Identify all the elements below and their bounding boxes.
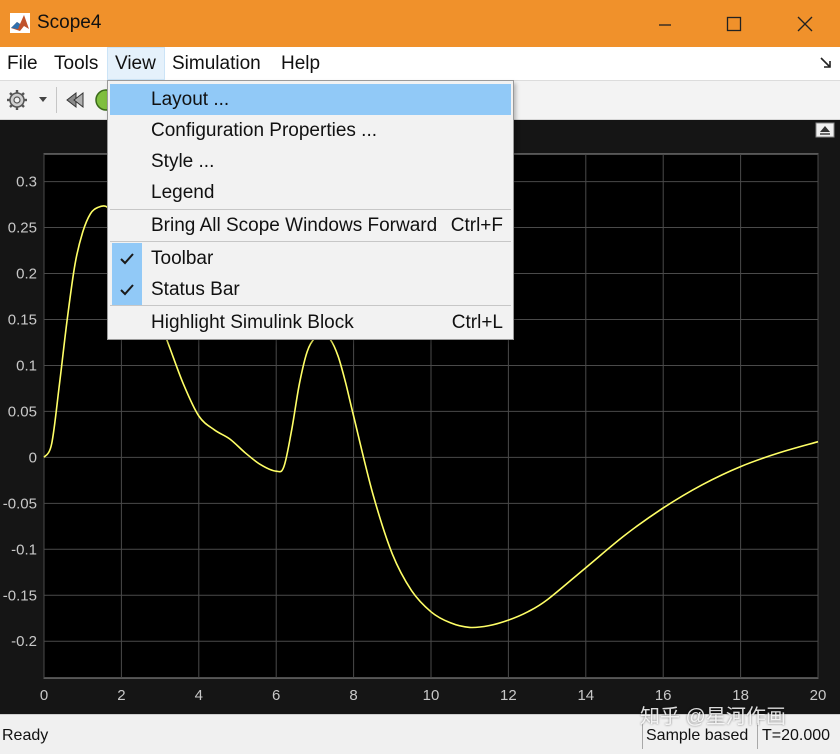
y-tick-label: -0.05 — [3, 495, 37, 512]
menu-item-label: Legend — [151, 182, 215, 203]
menu-item-label: Status Bar — [151, 279, 240, 300]
checkmark-box — [112, 274, 142, 305]
x-tick-label: 14 — [577, 687, 594, 704]
x-tick-label: 12 — [500, 687, 517, 704]
dropdown-arrow-icon[interactable] — [38, 96, 48, 104]
menu-item-configuration-properties[interactable]: Configuration Properties ... — [110, 115, 511, 146]
x-tick-label: 2 — [117, 687, 125, 704]
menu-item-legend[interactable]: Legend — [110, 177, 511, 208]
y-tick-label: 0.25 — [8, 220, 37, 237]
gear-icon[interactable] — [6, 89, 28, 111]
menu-item-shortcut: Ctrl+F — [450, 215, 503, 236]
toolbar-separator — [56, 87, 57, 113]
x-tick-label: 0 — [40, 687, 48, 704]
y-tick-label: -0.15 — [3, 587, 37, 604]
menu-item-shortcut: Ctrl+L — [451, 312, 503, 333]
menu-item-label: Configuration Properties ... — [151, 120, 378, 141]
y-tick-label: 0.2 — [16, 266, 37, 283]
undock-arrow-icon[interactable] — [818, 55, 834, 71]
menu-separator — [110, 305, 511, 306]
y-tick-label: 0.3 — [16, 174, 37, 191]
expand-axes-icon[interactable] — [815, 122, 835, 138]
menu-item-label: Toolbar — [151, 248, 214, 269]
checkmark-icon — [120, 253, 134, 265]
x-tick-label: 6 — [272, 687, 280, 704]
menu-view[interactable]: View — [107, 47, 165, 80]
menu-separator — [110, 241, 511, 242]
close-button[interactable] — [782, 0, 828, 47]
window-title: Scope4 — [37, 12, 102, 33]
view-menu-dropdown: Layout ... Configuration Properties ... … — [107, 80, 514, 340]
y-tick-label: 0.1 — [16, 357, 37, 374]
y-tick-label: -0.2 — [11, 633, 37, 650]
menu-item-highlight-simulink-block[interactable]: Highlight Simulink Block Ctrl+L — [110, 307, 511, 338]
menu-item-label: Style ... — [151, 151, 215, 172]
run-icon[interactable] — [94, 88, 108, 112]
y-tick-label: -0.1 — [11, 541, 37, 558]
minimize-button[interactable] — [642, 0, 688, 47]
x-tick-label: 8 — [349, 687, 357, 704]
watermark-text: 知乎 @星河作画 — [640, 706, 786, 728]
title-bar: Scope4 — [0, 0, 840, 47]
checkmark-box — [112, 243, 142, 274]
menu-file[interactable]: File — [0, 47, 45, 80]
rewind-icon[interactable] — [64, 88, 88, 112]
menu-item-label: Bring All Scope Windows Forward — [151, 215, 438, 236]
menu-item-layout[interactable]: Layout ... — [110, 84, 511, 115]
y-tick-label: 0 — [29, 449, 37, 466]
status-sim-time: T=20.000 — [762, 727, 831, 744]
menu-item-toolbar[interactable]: Toolbar — [110, 243, 511, 274]
x-tick-label: 4 — [195, 687, 203, 704]
checkmark-icon — [120, 284, 134, 296]
maximize-icon — [726, 16, 742, 31]
menu-item-status-bar[interactable]: Status Bar — [110, 274, 511, 305]
menu-item-style[interactable]: Style ... — [110, 146, 511, 177]
status-sample-mode: Sample based — [646, 727, 749, 744]
menu-bar: File Tools View Simulation Help — [0, 47, 840, 81]
close-icon — [797, 16, 813, 31]
x-tick-label: 10 — [423, 687, 440, 704]
y-tick-label: 0.05 — [8, 403, 37, 420]
menu-simulation[interactable]: Simulation — [165, 47, 268, 80]
menu-item-bring-all-scope-windows-forward[interactable]: Bring All Scope Windows Forward Ctrl+F — [110, 210, 511, 241]
menu-item-label: Layout ... — [151, 89, 230, 110]
y-tick-label: 0.15 — [8, 311, 37, 328]
status-ready-text: Ready — [2, 727, 49, 744]
maximize-button[interactable] — [711, 0, 757, 47]
minimize-icon — [659, 23, 671, 26]
menu-item-label: Highlight Simulink Block — [151, 312, 354, 333]
menu-tools[interactable]: Tools — [47, 47, 105, 80]
x-tick-label: 20 — [810, 687, 827, 704]
menu-help[interactable]: Help — [274, 47, 327, 80]
matlab-logo-icon — [10, 13, 30, 33]
